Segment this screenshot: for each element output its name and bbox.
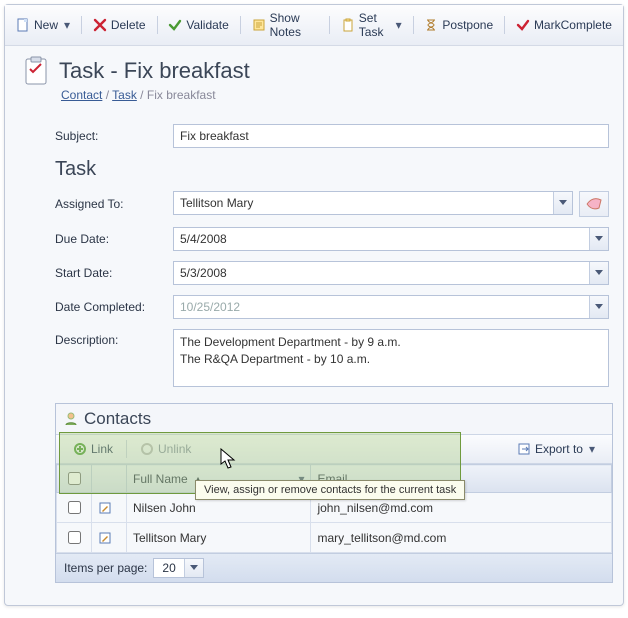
dropdown-caret-icon: ▾	[62, 18, 70, 32]
link-button[interactable]: Link	[62, 438, 124, 460]
validate-button[interactable]: Validate	[161, 14, 235, 36]
new-button[interactable]: New ▾	[9, 14, 77, 36]
crumb-current: Fix breakfast	[147, 88, 216, 102]
subject-label: Subject:	[55, 129, 173, 143]
description-textarea[interactable]: The Development Department - by 9 a.m. T…	[173, 329, 609, 387]
due-date-input[interactable]	[173, 227, 609, 251]
mark-complete-label: MarkComplete	[534, 18, 612, 32]
contacts-grid: Full Name ▴ ▾ Email Nilsen John john_nil…	[56, 464, 612, 553]
description-label: Description:	[55, 329, 173, 347]
delete-x-icon	[93, 18, 107, 32]
delete-label: Delete	[111, 18, 146, 32]
breadcrumb: Contact / Task / Fix breakfast	[5, 86, 623, 116]
crumb-task-link[interactable]: Task	[112, 88, 137, 102]
due-date-label: Due Date:	[55, 232, 173, 246]
page-size-value: 20	[154, 559, 183, 577]
contacts-tooltip: View, assign or remove contacts for the …	[195, 480, 465, 500]
due-date-field[interactable]	[174, 228, 589, 250]
mark-complete-button[interactable]: MarkComplete	[509, 14, 619, 36]
crumb-contact-link[interactable]: Contact	[61, 88, 102, 102]
date-completed-value: 10/25/2012	[174, 296, 589, 318]
assigned-to-dropdown-button[interactable]	[553, 192, 572, 214]
page-size-dropdown-button[interactable]	[184, 559, 203, 577]
task-clipboard-icon	[23, 56, 49, 86]
contacts-toolbar: Link Unlink Export to ▾	[56, 435, 612, 464]
date-completed-dropdown-button[interactable]	[589, 296, 608, 318]
assigned-to-lookup[interactable]: Tellitson Mary	[173, 191, 573, 215]
contacts-title: Contacts	[84, 409, 151, 429]
date-completed-label: Date Completed:	[55, 300, 173, 314]
unlink-icon	[140, 442, 154, 456]
row-edit-button[interactable]	[92, 493, 127, 523]
table-row[interactable]: Tellitson Mary mary_tellitson@md.com	[57, 523, 612, 553]
postpone-label: Postpone	[442, 18, 493, 32]
edit-column-header	[92, 465, 127, 493]
link-label: Link	[91, 442, 113, 456]
start-date-dropdown-button[interactable]	[589, 262, 608, 284]
full-name-header-label: Full Name	[133, 472, 188, 486]
unlink-button[interactable]: Unlink	[129, 438, 202, 460]
notes-icon	[252, 18, 266, 32]
postpone-button[interactable]: Postpone	[417, 14, 500, 36]
set-task-label: Set Task	[359, 11, 390, 39]
select-all-header[interactable]	[57, 465, 92, 493]
subject-input-field[interactable]	[174, 125, 608, 147]
start-date-label: Start Date:	[55, 266, 173, 280]
page-title: Task - Fix breakfast	[59, 58, 250, 84]
assigned-to-label: Assigned To:	[55, 197, 173, 211]
row-checkbox[interactable]	[68, 531, 81, 544]
assigned-to-value: Tellitson Mary	[174, 192, 553, 214]
assigned-to-clear-button[interactable]	[579, 191, 609, 217]
page-size-select[interactable]: 20	[153, 558, 203, 578]
export-icon	[517, 442, 531, 456]
task-section-heading: Task	[55, 158, 609, 181]
hourglass-icon	[424, 18, 438, 32]
select-all-checkbox[interactable]	[68, 472, 81, 485]
link-add-icon	[73, 442, 87, 456]
set-task-button[interactable]: Set Task ▾	[334, 7, 409, 43]
start-date-input[interactable]	[173, 261, 609, 285]
dropdown-caret-icon: ▾	[394, 18, 402, 32]
person-icon	[64, 412, 78, 426]
start-date-field[interactable]	[174, 262, 589, 284]
delete-button[interactable]: Delete	[86, 14, 153, 36]
grid-pager: Items per page: 20	[56, 553, 612, 582]
row-email: mary_tellitson@md.com	[311, 523, 612, 553]
export-to-button[interactable]: Export to ▾	[506, 438, 606, 460]
row-edit-button[interactable]	[92, 523, 127, 553]
pager-label: Items per page:	[64, 561, 147, 575]
unlink-label: Unlink	[158, 442, 191, 456]
subject-input[interactable]	[173, 124, 609, 148]
new-label: New	[34, 18, 58, 32]
due-date-dropdown-button[interactable]	[589, 228, 608, 250]
document-new-icon	[16, 18, 30, 32]
show-notes-label: Show Notes	[270, 11, 318, 39]
check-icon	[168, 18, 182, 32]
clipboard-task-icon	[341, 18, 355, 32]
export-label: Export to	[535, 442, 583, 456]
row-checkbox[interactable]	[68, 501, 81, 514]
show-notes-button[interactable]: Show Notes	[245, 7, 325, 43]
main-toolbar: New ▾ Delete Validate Show Notes	[5, 5, 623, 46]
row-full-name: Tellitson Mary	[127, 523, 311, 553]
date-completed-input[interactable]: 10/25/2012	[173, 295, 609, 319]
dropdown-caret-icon: ▾	[587, 442, 595, 456]
check-mark-icon	[516, 18, 530, 32]
validate-label: Validate	[186, 18, 228, 32]
